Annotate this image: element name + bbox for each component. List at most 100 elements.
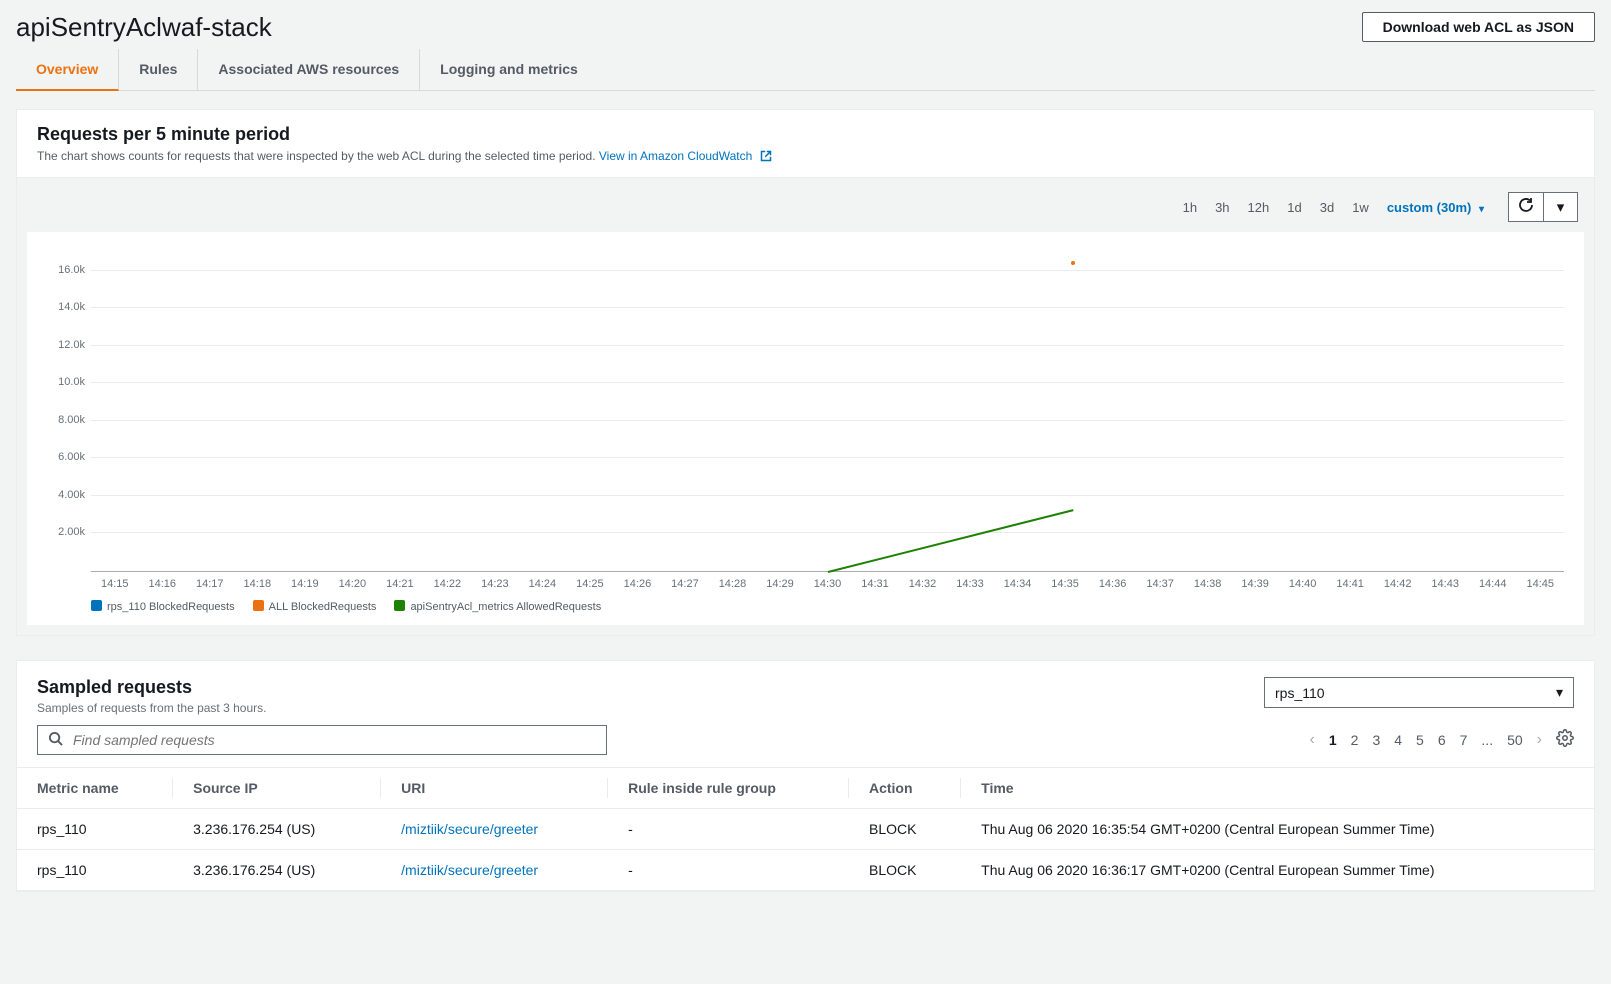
x-tick: 14:45 xyxy=(1516,578,1564,590)
x-tick: 14:41 xyxy=(1326,578,1374,590)
page-1[interactable]: 1 xyxy=(1329,732,1337,748)
x-tick: 14:25 xyxy=(566,578,614,590)
tab-associated-resources[interactable]: Associated AWS resources xyxy=(198,49,420,90)
chart-time-toolbar: 1h 3h 12h 1d 3d 1w custom (30m) ▾ xyxy=(27,188,1584,232)
range-custom-label: custom (30m) xyxy=(1387,200,1472,215)
chart-subtitle-text: The chart shows counts for requests that… xyxy=(37,149,596,163)
tab-overview[interactable]: Overview xyxy=(16,49,119,91)
x-tick: 14:34 xyxy=(994,578,1042,590)
range-1w[interactable]: 1w xyxy=(1346,198,1375,217)
legend-swatch xyxy=(91,600,102,611)
x-tick: 14:29 xyxy=(756,578,804,590)
legend-item: rps_110 BlockedRequests xyxy=(91,600,235,613)
chevron-down-icon: ▾ xyxy=(1556,684,1563,701)
y-tick: 6.00k xyxy=(45,451,85,463)
series-all-blocked-point xyxy=(1071,261,1075,265)
legend-item: apiSentryAcl_metrics AllowedRequests xyxy=(394,600,601,613)
tab-rules[interactable]: Rules xyxy=(119,49,198,90)
x-tick: 14:44 xyxy=(1469,578,1517,590)
table-settings-button[interactable] xyxy=(1556,729,1574,752)
y-tick: 16.0k xyxy=(45,264,85,276)
x-tick: 14:40 xyxy=(1279,578,1327,590)
range-12h[interactable]: 12h xyxy=(1242,198,1276,217)
chart-title: Requests per 5 minute period xyxy=(37,124,1574,145)
y-tick: 4.00k xyxy=(45,489,85,501)
column-header[interactable]: Time xyxy=(961,768,1594,809)
cell-uri-link[interactable]: /miztiik/secure/greeter xyxy=(401,862,538,878)
tabs: Overview Rules Associated AWS resources … xyxy=(16,49,1595,91)
table-row[interactable]: rps_1103.236.176.254 (US) /miztiik/secure… xyxy=(17,850,1594,891)
cell-metric: rps_110 xyxy=(17,850,173,891)
x-tick: 14:21 xyxy=(376,578,424,590)
chevron-down-icon: ▾ xyxy=(1479,204,1484,215)
search-input-wrapper[interactable] xyxy=(37,725,607,755)
x-tick: 14:23 xyxy=(471,578,519,590)
page-50[interactable]: 50 xyxy=(1507,732,1523,748)
cell-ip: 3.236.176.254 (US) xyxy=(173,809,381,850)
range-3h[interactable]: 3h xyxy=(1209,198,1235,217)
page-7[interactable]: 7 xyxy=(1460,732,1468,748)
search-input[interactable] xyxy=(71,731,596,749)
x-tick: 14:39 xyxy=(1231,578,1279,590)
x-tick: 14:35 xyxy=(1041,578,1089,590)
cell-rule: - xyxy=(608,850,849,891)
refresh-options-button[interactable]: ▾ xyxy=(1543,193,1577,221)
cell-ip: 3.236.176.254 (US) xyxy=(173,850,381,891)
sampled-title: Sampled requests xyxy=(37,677,266,698)
range-1d[interactable]: 1d xyxy=(1281,198,1307,217)
table-row[interactable]: rps_1103.236.176.254 (US) /miztiik/secure… xyxy=(17,809,1594,850)
page-3[interactable]: 3 xyxy=(1372,732,1380,748)
rule-filter-value: rps_110 xyxy=(1275,685,1325,701)
legend-swatch xyxy=(253,600,264,611)
sampled-subtitle: Samples of requests from the past 3 hour… xyxy=(37,701,266,715)
page-prev[interactable]: ‹ xyxy=(1310,731,1315,749)
column-header[interactable]: Action xyxy=(849,768,961,809)
requests-chart-panel: Requests per 5 minute period The chart s… xyxy=(16,109,1595,636)
chevron-down-icon: ▾ xyxy=(1557,198,1565,216)
gear-icon xyxy=(1556,731,1574,751)
range-custom[interactable]: custom (30m) ▾ xyxy=(1381,198,1490,217)
x-tick: 14:30 xyxy=(804,578,852,590)
y-tick: 2.00k xyxy=(45,526,85,538)
page-4[interactable]: 4 xyxy=(1394,732,1402,748)
chart-grid: 16.0k14.0k12.0k10.0k8.00k6.00k4.00k2.00k xyxy=(91,252,1564,572)
refresh-button[interactable] xyxy=(1509,193,1543,221)
chart-subtitle: The chart shows counts for requests that… xyxy=(37,149,1574,165)
page-6[interactable]: 6 xyxy=(1438,732,1446,748)
x-tick: 14:42 xyxy=(1374,578,1422,590)
sampled-table: Metric nameSource IPURIRule inside rule … xyxy=(17,767,1594,891)
legend-label: ALL BlockedRequests xyxy=(269,601,377,613)
page-...[interactable]: ... xyxy=(1481,732,1493,748)
x-tick: 14:22 xyxy=(424,578,472,590)
x-tick: 14:37 xyxy=(1136,578,1184,590)
cell-time: Thu Aug 06 2020 16:36:17 GMT+0200 (Centr… xyxy=(961,850,1594,891)
page-2[interactable]: 2 xyxy=(1351,732,1359,748)
y-tick: 12.0k xyxy=(45,339,85,351)
page-next[interactable]: › xyxy=(1537,731,1542,749)
download-acl-button[interactable]: Download web ACL as JSON xyxy=(1362,12,1595,42)
legend-label: rps_110 BlockedRequests xyxy=(107,601,235,613)
x-tick: 14:32 xyxy=(899,578,947,590)
range-1h[interactable]: 1h xyxy=(1177,198,1203,217)
column-header[interactable]: URI xyxy=(381,768,608,809)
page-5[interactable]: 5 xyxy=(1416,732,1424,748)
cell-metric: rps_110 xyxy=(17,809,173,850)
cloudwatch-link-text: View in Amazon CloudWatch xyxy=(599,149,752,163)
column-header[interactable]: Metric name xyxy=(17,768,173,809)
tab-logging-metrics[interactable]: Logging and metrics xyxy=(420,49,598,90)
external-link-icon xyxy=(760,150,772,165)
x-tick: 14:31 xyxy=(851,578,899,590)
y-tick: 8.00k xyxy=(45,414,85,426)
sampled-requests-panel: Sampled requests Samples of requests fro… xyxy=(16,660,1595,892)
column-header[interactable]: Rule inside rule group xyxy=(608,768,849,809)
column-header[interactable]: Source IP xyxy=(173,768,381,809)
rule-filter-select[interactable]: rps_110 ▾ xyxy=(1264,677,1574,708)
x-tick: 14:18 xyxy=(234,578,282,590)
chart-x-axis: 14:1514:1614:1714:1814:1914:2014:2114:22… xyxy=(91,572,1564,590)
page-title: apiSentryAclwaf-stack xyxy=(16,12,272,43)
cell-uri: /miztiik/secure/greeter xyxy=(381,850,608,891)
x-tick: 14:19 xyxy=(281,578,329,590)
range-3d[interactable]: 3d xyxy=(1314,198,1340,217)
cell-uri-link[interactable]: /miztiik/secure/greeter xyxy=(401,821,538,837)
cloudwatch-link[interactable]: View in Amazon CloudWatch xyxy=(599,149,772,163)
